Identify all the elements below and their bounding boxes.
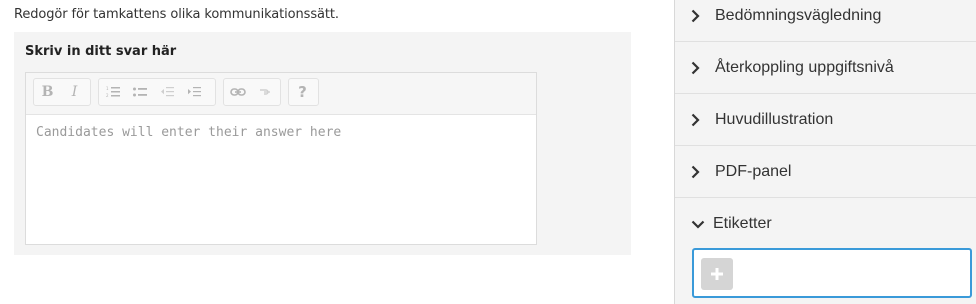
accordion-item-tags[interactable]: Etiketter [675, 198, 976, 250]
answer-panel: Skriv in ditt svar här B I 1 2 ? Candida… [14, 32, 631, 255]
list-group: 1 2 [98, 78, 216, 106]
chevron-right-icon [691, 61, 705, 75]
chevron-right-icon [691, 9, 705, 23]
accordion-item-main-illustration[interactable]: Huvudillustration [675, 94, 976, 146]
indent-icon[interactable] [180, 79, 207, 105]
help-group: ? [288, 78, 319, 106]
sidebar: Bedömningsvägledning Återkoppling uppgif… [674, 0, 976, 304]
chevron-right-icon [691, 113, 705, 127]
unlink-icon[interactable] [251, 79, 278, 105]
format-group: B I [33, 78, 91, 106]
accordion-label: Återkoppling uppgiftsnivå [715, 58, 894, 76]
italic-button[interactable]: I [61, 79, 88, 105]
accordion-label: Huvudillustration [715, 110, 834, 128]
numbered-list-icon[interactable]: 1 2 [99, 79, 126, 105]
bold-button[interactable]: B [34, 79, 61, 105]
chevron-down-icon [691, 220, 705, 229]
link-group [223, 78, 281, 106]
tags-input[interactable] [692, 248, 972, 298]
answer-input[interactable]: Candidates will enter their answer here [26, 115, 536, 150]
accordion-item-task-feedback[interactable]: Återkoppling uppgiftsnivå [675, 42, 976, 94]
answer-placeholder: Candidates will enter their answer here [36, 125, 342, 140]
accordion-item-pdf-panel[interactable]: PDF-panel [675, 146, 976, 198]
add-tag-button[interactable] [701, 258, 733, 290]
help-button[interactable]: ? [289, 79, 316, 105]
bullet-list-icon[interactable] [126, 79, 153, 105]
plus-icon [711, 268, 723, 280]
question-prompt: Redogör för tamkattens olika kommunikati… [14, 7, 339, 22]
rich-text-editor: B I 1 2 ? Candidates will enter their an… [25, 72, 537, 245]
chevron-right-icon [691, 165, 705, 179]
accordion-item-assessment-guidance[interactable]: Bedömningsvägledning [675, 0, 976, 42]
accordion-label: Bedömningsvägledning [715, 6, 882, 24]
accordion-label: PDF-panel [715, 162, 792, 180]
answer-label: Skriv in ditt svar här [25, 44, 177, 59]
editor-toolbar: B I 1 2 ? [26, 73, 536, 115]
accordion-label: Etiketter [713, 215, 772, 232]
outdent-icon[interactable] [153, 79, 180, 105]
link-icon[interactable] [224, 79, 251, 105]
svg-text:1: 1 [106, 86, 109, 91]
svg-text:2: 2 [106, 93, 109, 98]
